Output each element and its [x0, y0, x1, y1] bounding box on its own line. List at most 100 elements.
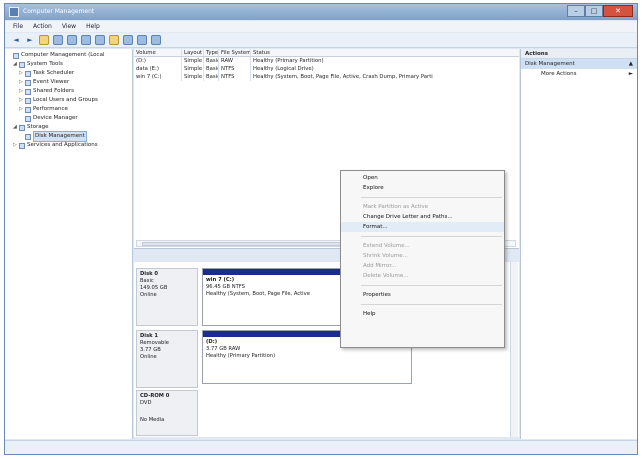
tree-item[interactable]: ▷ Services and Applications: [7, 141, 130, 150]
disk-type: Basic: [140, 278, 154, 284]
disk-size: 3.77 GB: [140, 347, 161, 353]
tree-item-label: Event Viewer: [33, 79, 70, 85]
status-cell: Healthy (Logical Drive): [253, 66, 314, 72]
tree-node-icon: [19, 124, 25, 131]
column-file-system[interactable]: File System: [219, 49, 251, 56]
tree-item[interactable]: ▷ Local Users and Groups: [7, 96, 130, 105]
tree-item[interactable]: Computer Management (Local: [7, 51, 130, 60]
disk-info[interactable]: Disk 1 Removable 3.77 GB Online: [136, 330, 198, 388]
table-row[interactable]: win 7 (C:) Simple Basic NTFS Healthy (Sy…: [134, 73, 519, 81]
tree-item-label: Services and Applications: [27, 142, 98, 148]
toolbar: ◄ ►: [5, 33, 637, 48]
disk-icon[interactable]: [151, 35, 161, 45]
tree-item-label: Task Scheduler: [33, 70, 75, 76]
disk-info[interactable]: CD-ROM 0 DVD No Media: [136, 390, 198, 436]
column-volume[interactable]: Volume: [134, 49, 182, 56]
title-bar[interactable]: Computer Management – □ ✕: [5, 4, 637, 20]
settings-icon[interactable]: [123, 35, 133, 45]
actions-selected-label: Disk Management: [525, 61, 575, 67]
context-menu-item[interactable]: Explore: [341, 183, 504, 193]
partition-block[interactable]: win 7 (C:) 96.45 GB NTFS Healthy (System…: [202, 268, 345, 326]
disk-name: CD-ROM 0: [140, 393, 170, 399]
tree-item-label: Device Manager: [33, 115, 78, 121]
tree-item[interactable]: ▷ Task Scheduler: [7, 69, 130, 78]
disk-size: 149.05 GB: [140, 285, 168, 291]
more-actions[interactable]: More Actions ►: [521, 69, 637, 79]
tree-node-icon: [19, 61, 25, 68]
window-controls: – □ ✕: [567, 5, 633, 17]
tree-node-icon: [25, 133, 31, 140]
collapse-arrow-icon[interactable]: ▲: [629, 59, 633, 69]
context-menu-item: Delete Volume...: [363, 273, 409, 279]
maximize-button[interactable]: □: [585, 5, 603, 17]
actions-disk-management[interactable]: Disk Management ▲: [521, 59, 637, 69]
tree-item-label: Shared Folders: [33, 88, 74, 94]
context-menu-item[interactable]: Format...: [341, 222, 504, 232]
tree-item[interactable]: Disk Management: [7, 131, 130, 142]
tree-item[interactable]: ◢ System Tools: [7, 60, 130, 69]
tree-node-icon: [25, 79, 31, 86]
tree-node-icon: [25, 106, 31, 113]
computer-management-icon: [9, 7, 19, 17]
type-cell: Basic: [206, 73, 219, 81]
tree-item[interactable]: Device Manager: [7, 114, 130, 123]
volume-cell: (D:): [134, 57, 182, 65]
menu-bar: File Action View Help: [5, 21, 637, 32]
tree-node-icon: [19, 142, 25, 149]
column-status[interactable]: Status: [251, 49, 519, 56]
forward-icon[interactable]: ►: [25, 35, 35, 45]
layout-cell: Simple: [184, 73, 204, 81]
tree-item-label: Local Users and Groups: [33, 97, 98, 103]
rescan-disks-icon[interactable]: [137, 35, 147, 45]
properties-icon[interactable]: [81, 35, 91, 45]
tree-item[interactable]: ▷ Event Viewer: [7, 78, 130, 87]
file-system-cell: NTFS: [219, 73, 251, 81]
menu-action[interactable]: Action: [33, 21, 52, 32]
context-menu-item[interactable]: Open: [341, 173, 504, 183]
menu-file[interactable]: File: [13, 21, 23, 32]
menu-separator: [361, 236, 502, 237]
column-layout[interactable]: Layout: [182, 49, 204, 56]
export-list-icon[interactable]: [109, 35, 119, 45]
context-menu-item[interactable]: Properties: [341, 290, 504, 300]
minimize-button[interactable]: –: [567, 5, 585, 17]
context-menu: Open Explore Mark Partition as Active Chang…: [340, 170, 505, 348]
back-icon[interactable]: ◄: [11, 35, 21, 45]
partition-size: 96.45 GB NTFS: [206, 284, 245, 290]
disk-info[interactable]: Disk 0 Basic 149.05 GB Online: [136, 268, 198, 326]
help-icon[interactable]: [67, 35, 77, 45]
menu-view[interactable]: View: [62, 21, 76, 32]
type-cell: Basic: [206, 57, 219, 65]
context-menu-item: Extend Volume...: [363, 243, 410, 249]
menu-help[interactable]: Help: [86, 21, 100, 32]
tree-node-icon: [25, 88, 31, 95]
view-icon[interactable]: [95, 35, 105, 45]
disk-status: Online: [140, 292, 157, 298]
type-cell: Basic: [206, 65, 219, 73]
status-bar: [5, 440, 637, 454]
tree-node-icon: [25, 97, 31, 104]
more-actions-label: More Actions: [541, 71, 577, 77]
show-hide-tree-icon[interactable]: [53, 35, 63, 45]
navigation-tree: Computer Management (Local ◢ System Tools ▷…: [5, 49, 133, 439]
layout-cell: Simple: [184, 65, 204, 73]
volume-cell: win 7 (C:): [134, 73, 182, 81]
table-row[interactable]: data (E:) Simple Basic NTFS Healthy (Log…: [134, 65, 519, 73]
tree-item[interactable]: ▷ Performance: [7, 105, 130, 114]
table-row[interactable]: (D:) Simple Basic RAW Healthy (Primary P…: [134, 57, 519, 65]
context-menu-item[interactable]: Help: [341, 309, 504, 319]
disk-name: Disk 0: [140, 271, 159, 277]
tree-item-label: Computer Management (Local: [21, 52, 105, 58]
up-folder-icon[interactable]: [39, 35, 49, 45]
volume-list-header: Volume Layout Type File System Status: [134, 49, 519, 57]
vertical-scrollbar[interactable]: [510, 262, 518, 437]
column-type[interactable]: Type: [204, 49, 219, 56]
tree-item[interactable]: ▷ Shared Folders: [7, 87, 130, 96]
file-system-cell: NTFS: [219, 65, 251, 73]
disk-status: No Media: [140, 417, 165, 423]
disk-status: Online: [140, 354, 157, 360]
submenu-arrow-icon: ►: [628, 71, 633, 77]
context-menu-item[interactable]: Change Drive Letter and Paths...: [341, 212, 504, 222]
close-button[interactable]: ✕: [603, 5, 633, 17]
menu-separator: [361, 285, 502, 286]
